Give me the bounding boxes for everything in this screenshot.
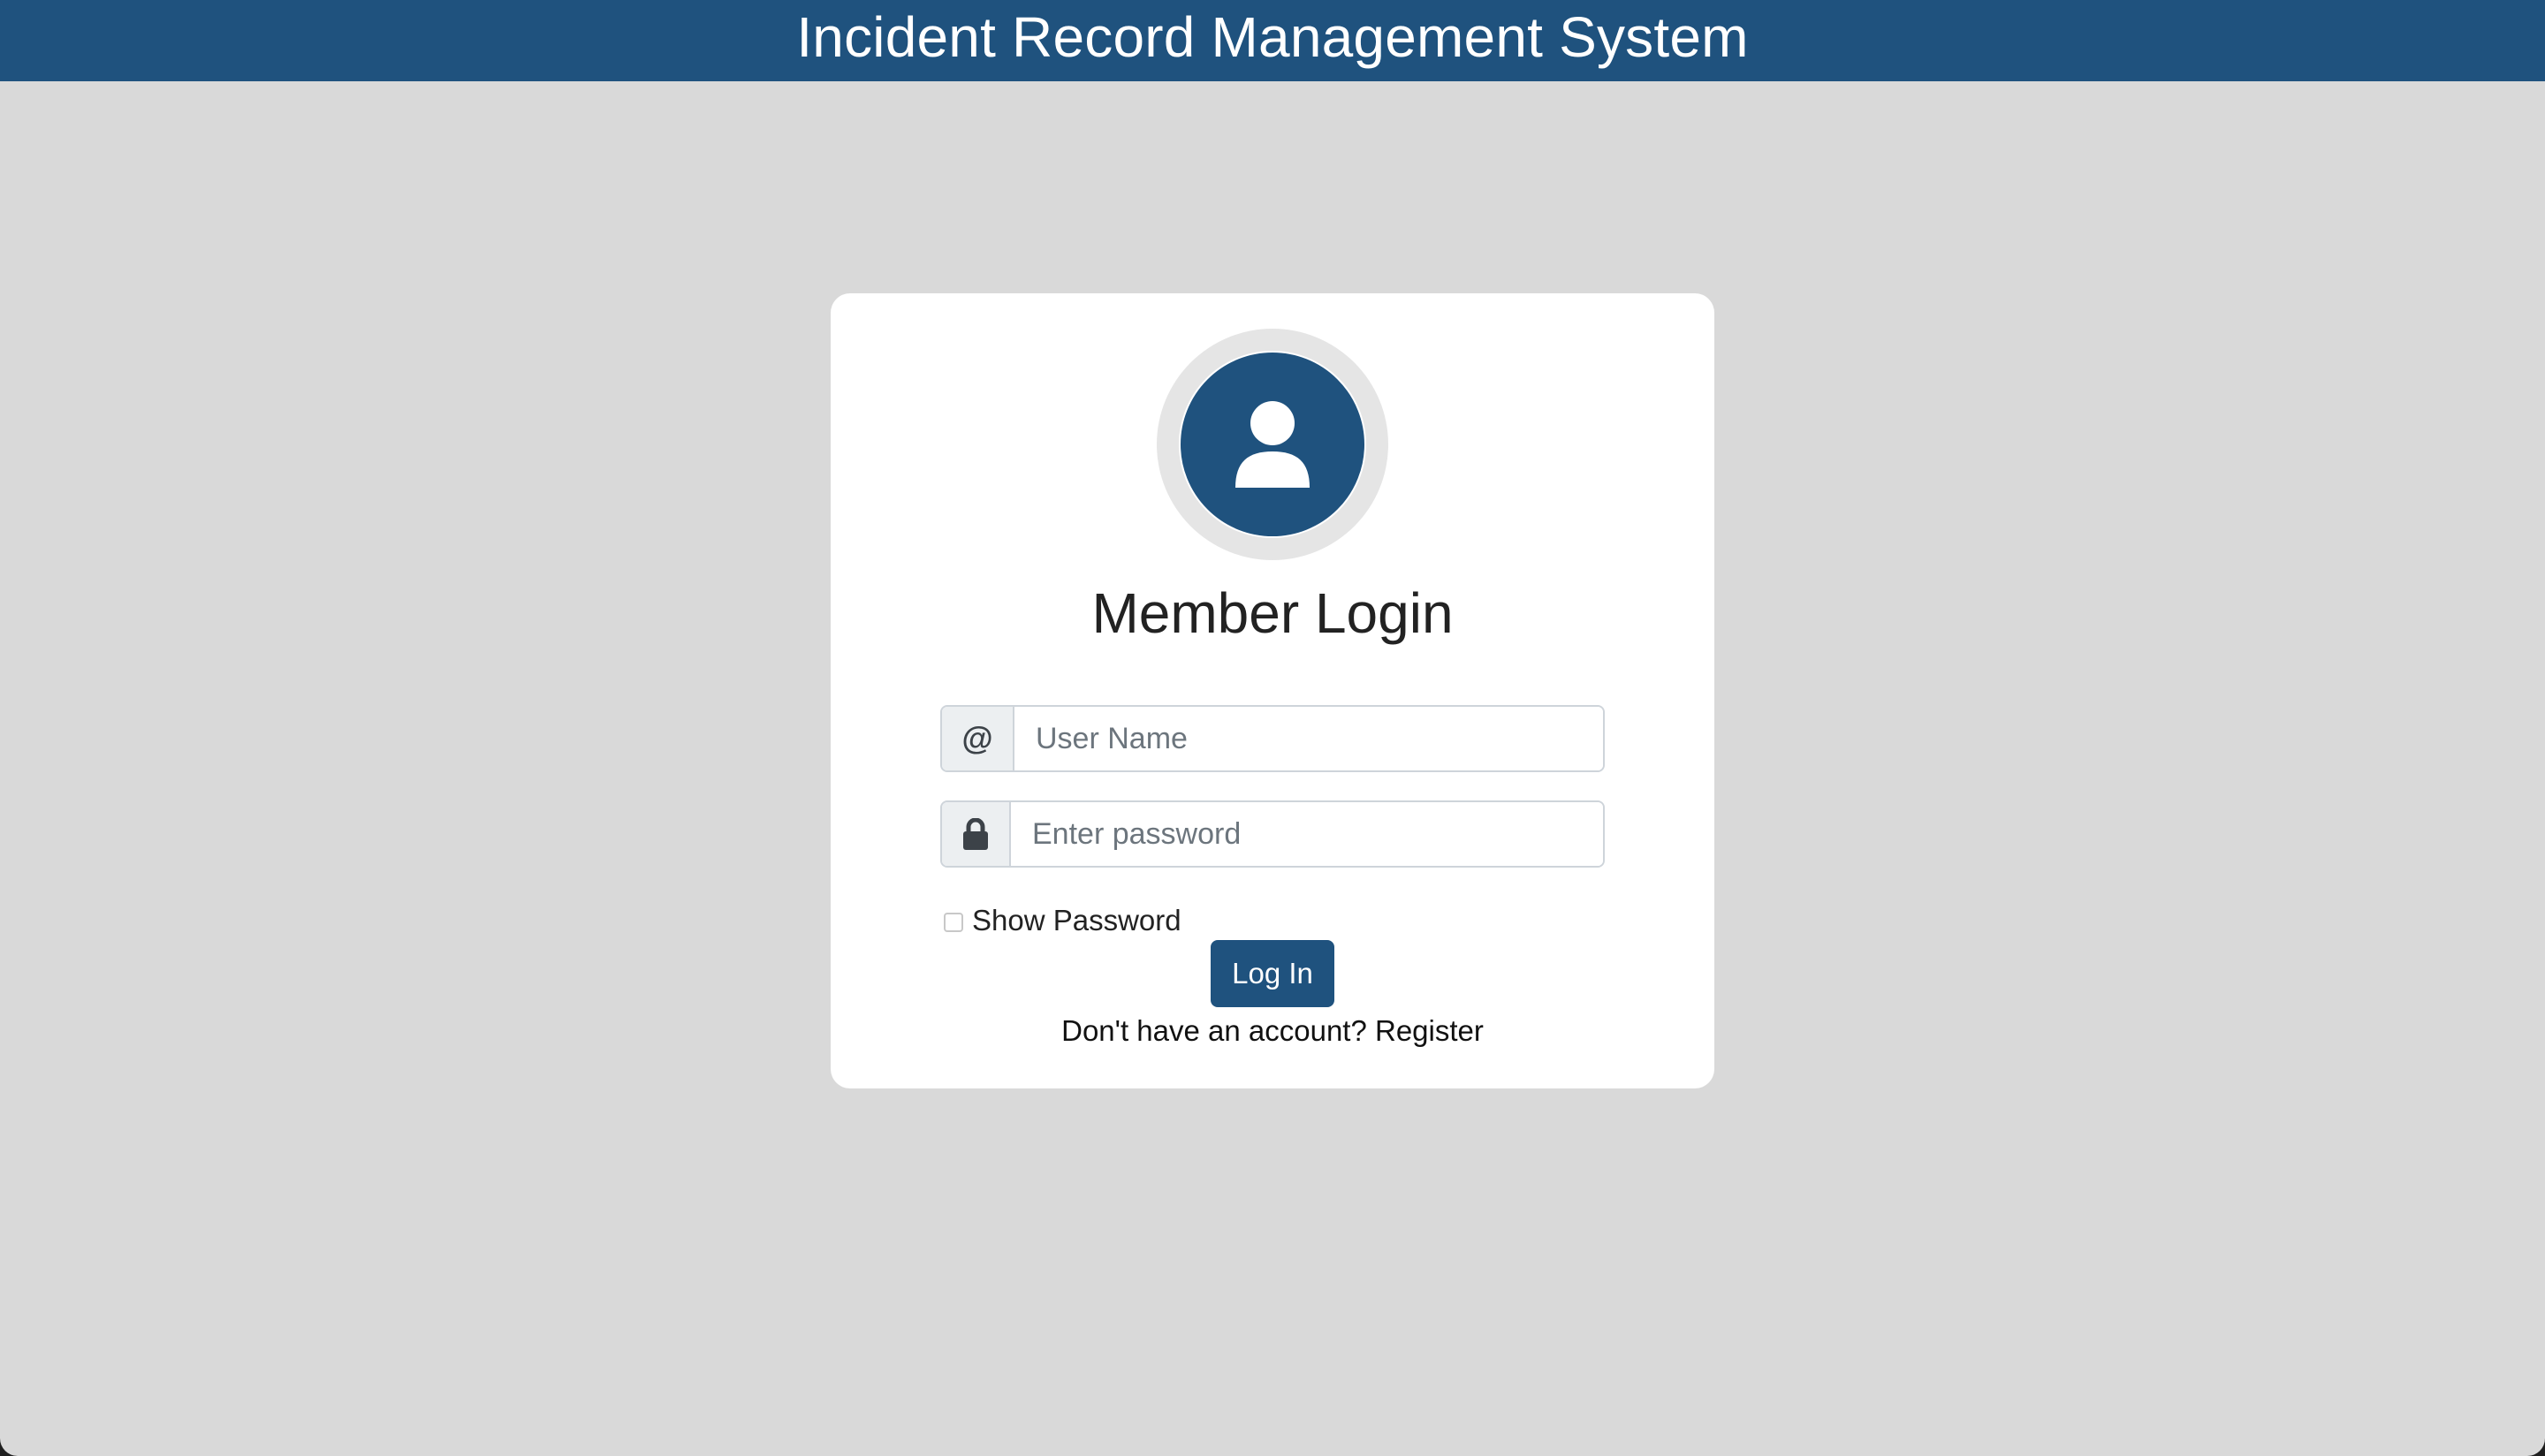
app-title: Incident Record Management System — [796, 5, 1749, 69]
user-icon — [1235, 401, 1310, 488]
show-password-label[interactable]: Show Password — [972, 904, 1181, 937]
avatar-ring — [1157, 329, 1388, 560]
username-group: @ — [940, 705, 1605, 772]
username-input[interactable] — [1014, 707, 1603, 770]
password-addon — [942, 802, 1011, 866]
app-window: Incident Record Management System Member… — [0, 0, 2545, 1456]
show-password-checkbox[interactable] — [944, 913, 963, 932]
lock-icon — [963, 818, 988, 850]
login-card: Member Login @ Show Password Log In Don'… — [831, 293, 1714, 1088]
register-row: Don't have an account? Register — [831, 1012, 1714, 1050]
avatar — [1179, 351, 1366, 538]
at-sign-icon: @ — [961, 720, 993, 756]
password-input[interactable] — [1011, 802, 1603, 866]
login-button[interactable]: Log In — [1211, 940, 1334, 1007]
register-prompt: Don't have an account? — [1061, 1014, 1367, 1047]
register-link[interactable]: Register — [1375, 1014, 1484, 1047]
app-header: Incident Record Management System — [0, 0, 2545, 81]
username-addon: @ — [942, 707, 1014, 770]
login-title: Member Login — [1091, 581, 1454, 645]
show-password-row: Show Password — [944, 901, 1181, 940]
password-group — [940, 800, 1605, 868]
